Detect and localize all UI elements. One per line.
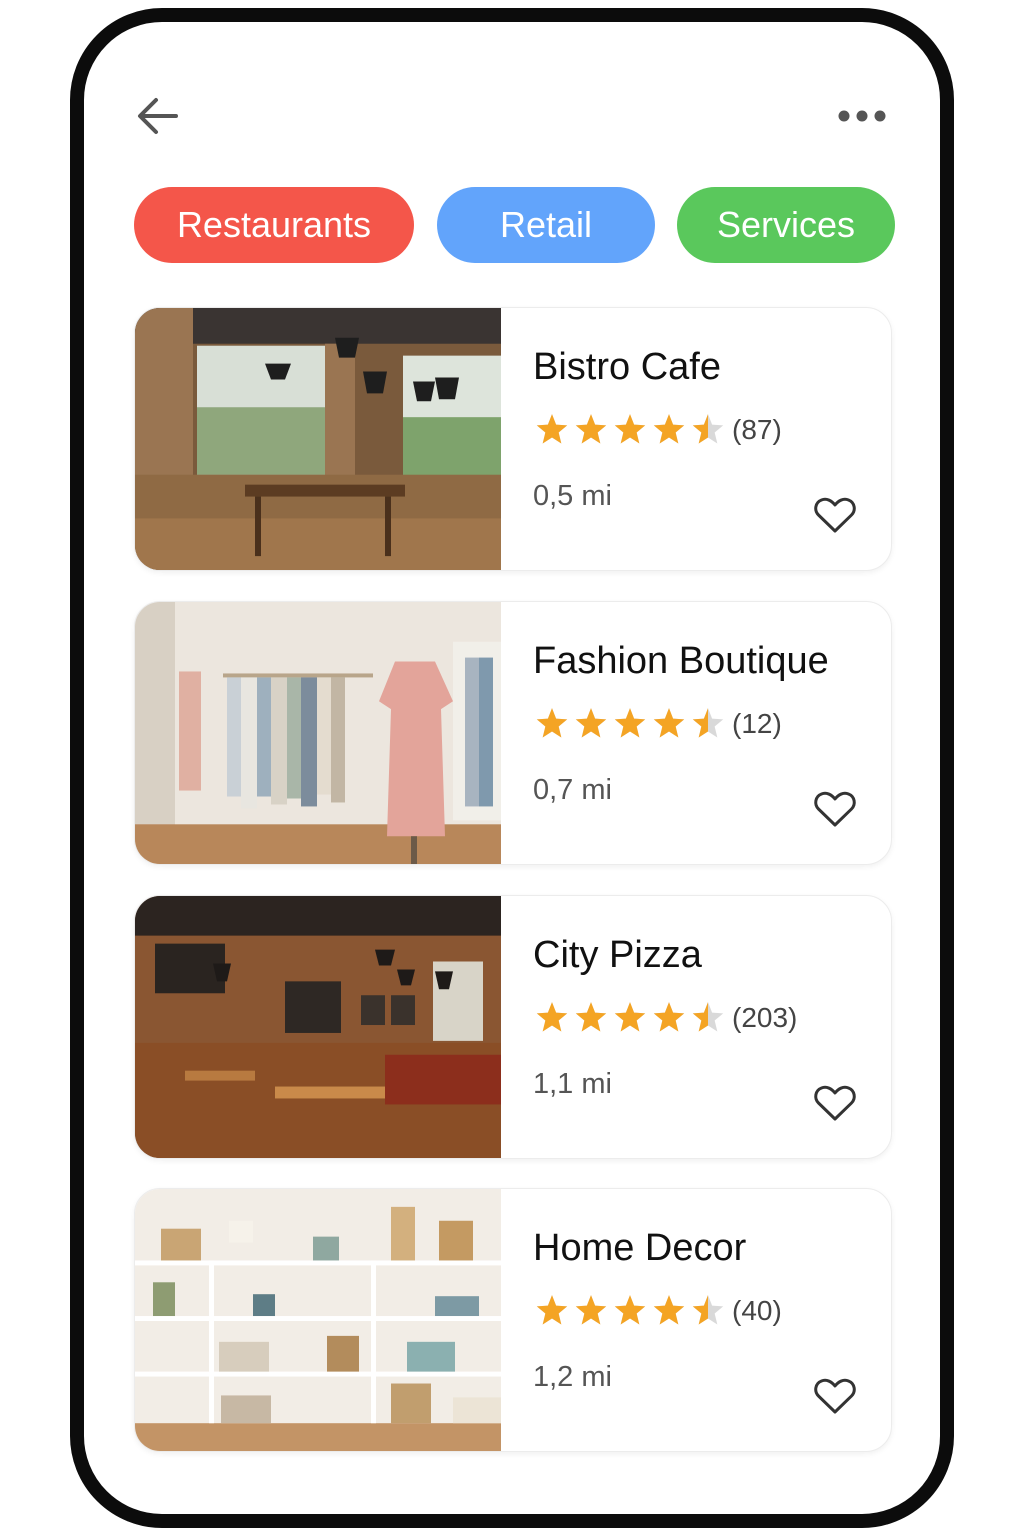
review-count: (40) bbox=[732, 1295, 782, 1326]
distance: 0,5 mi bbox=[533, 480, 612, 512]
star-icon bbox=[692, 1002, 724, 1032]
listing-card[interactable]: Fashion Boutique (12) 0,7 mi bbox=[134, 601, 892, 865]
star-rating bbox=[533, 999, 728, 1037]
category-chip-label: Retail bbox=[499, 204, 593, 245]
star-icon bbox=[692, 1295, 724, 1325]
star-icon bbox=[614, 708, 646, 738]
favorite-button[interactable] bbox=[811, 1371, 859, 1419]
review-count: (87) bbox=[732, 414, 782, 445]
star-icon bbox=[614, 1295, 646, 1325]
distance: 0,7 mi bbox=[533, 774, 612, 806]
star-icon bbox=[575, 1295, 607, 1325]
favorite-button[interactable] bbox=[811, 1078, 859, 1126]
star-icon bbox=[536, 414, 568, 444]
category-chip-label: Services bbox=[716, 204, 856, 245]
rating: (40) bbox=[533, 1291, 782, 1331]
listing-photo bbox=[135, 308, 501, 570]
back-button[interactable] bbox=[134, 92, 182, 140]
category-chip-retail[interactable]: Retail bbox=[437, 187, 655, 263]
phone-frame: Restaurants Retail Services Bistro Cafe … bbox=[70, 8, 954, 1528]
top-bar bbox=[84, 22, 940, 202]
star-icon bbox=[575, 414, 607, 444]
star-icon bbox=[614, 414, 646, 444]
listing-card[interactable]: Home Decor (40) 1,2 mi bbox=[134, 1188, 892, 1452]
star-icon bbox=[536, 1295, 568, 1325]
favorite-button[interactable] bbox=[811, 784, 859, 832]
star-icon bbox=[536, 1002, 568, 1032]
star-rating bbox=[533, 1292, 728, 1330]
rating: (87) bbox=[533, 410, 782, 450]
star-rating bbox=[533, 411, 728, 449]
distance: 1,2 mi bbox=[533, 1361, 612, 1393]
star-icon bbox=[653, 708, 685, 738]
listing-name: Bistro Cafe bbox=[533, 346, 721, 388]
favorite-button[interactable] bbox=[811, 490, 859, 538]
star-icon bbox=[692, 414, 724, 444]
heart-outline-icon bbox=[814, 1085, 856, 1121]
listing-name: Fashion Boutique bbox=[533, 640, 829, 682]
category-chip-label: Restaurants bbox=[176, 204, 372, 245]
star-icon bbox=[653, 1295, 685, 1325]
star-icon bbox=[536, 708, 568, 738]
more-options-button[interactable] bbox=[836, 100, 888, 132]
distance: 1,1 mi bbox=[533, 1068, 612, 1100]
star-icon bbox=[575, 708, 607, 738]
ellipsis-horizontal-icon bbox=[838, 110, 886, 122]
arrow-left-icon bbox=[138, 98, 178, 134]
category-chip-services[interactable]: Services bbox=[677, 187, 895, 263]
review-count: (12) bbox=[732, 708, 782, 739]
listing-photo bbox=[135, 896, 501, 1158]
listing-photo bbox=[135, 602, 501, 864]
heart-outline-icon bbox=[814, 497, 856, 533]
star-rating bbox=[533, 705, 728, 743]
listing-name: City Pizza bbox=[533, 934, 702, 976]
star-icon bbox=[575, 1002, 607, 1032]
review-count: (203) bbox=[732, 1002, 798, 1033]
star-icon bbox=[614, 1002, 646, 1032]
listing-photo bbox=[135, 1189, 501, 1451]
star-icon bbox=[653, 1002, 685, 1032]
star-icon bbox=[653, 414, 685, 444]
listing-card[interactable]: Bistro Cafe (87) 0,5 mi bbox=[134, 307, 892, 571]
rating: (12) bbox=[533, 704, 782, 744]
rating: (203) bbox=[533, 998, 797, 1038]
listing-name: Home Decor bbox=[533, 1227, 747, 1269]
star-icon bbox=[692, 708, 724, 738]
category-chip-restaurants[interactable]: Restaurants bbox=[134, 187, 414, 263]
heart-outline-icon bbox=[814, 1378, 856, 1414]
heart-outline-icon bbox=[814, 791, 856, 827]
listing-card[interactable]: City Pizza (203) 1,1 mi bbox=[134, 895, 892, 1159]
